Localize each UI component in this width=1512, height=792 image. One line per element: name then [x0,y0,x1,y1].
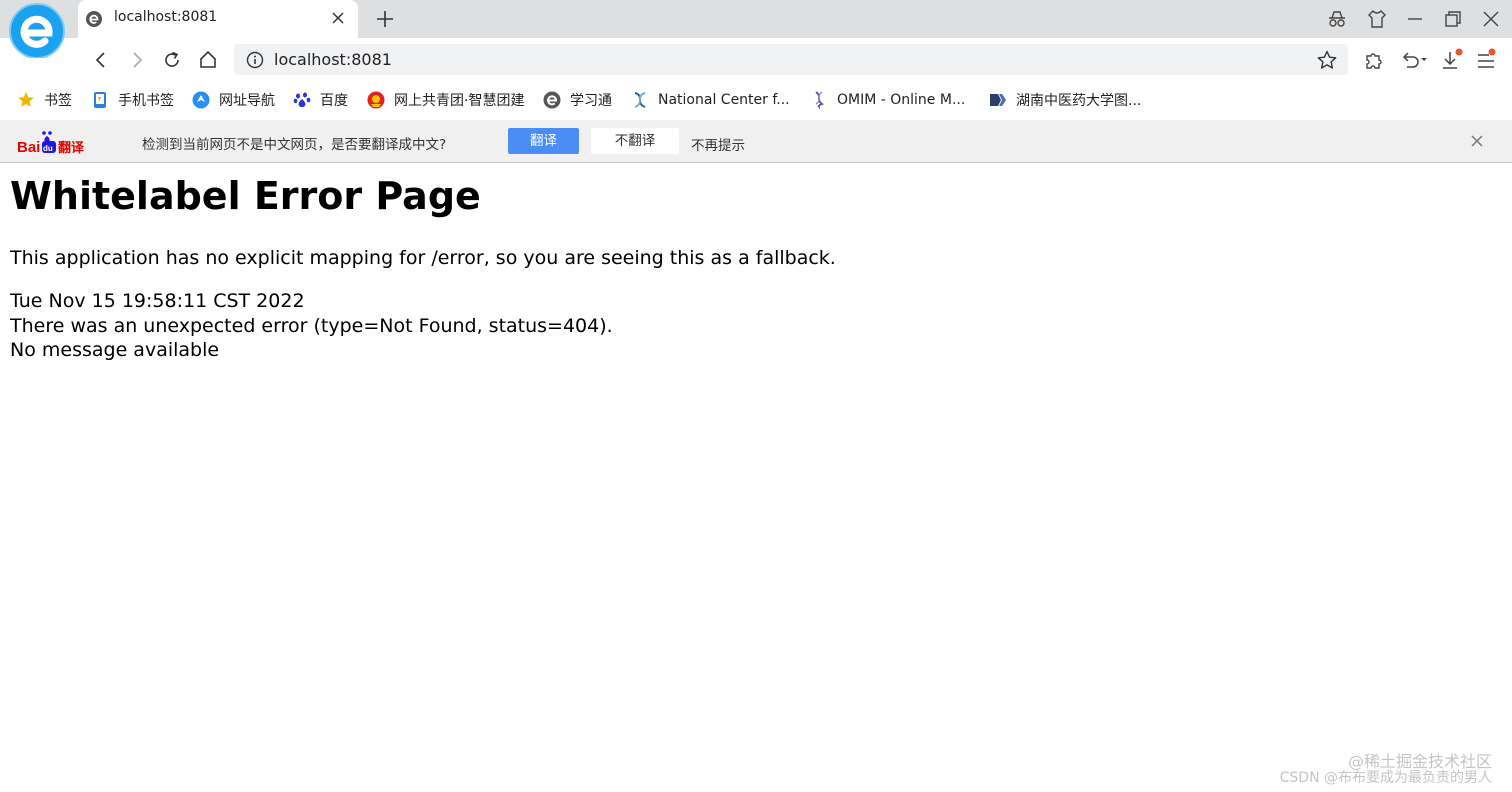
url-text[interactable]: localhost:8081 [274,50,392,69]
incognito-icon[interactable] [1326,8,1348,30]
league-emblem-icon [367,91,385,109]
bookmark-item[interactable]: OMIM - Online M... [810,90,965,110]
back-icon[interactable] [89,48,113,72]
bookmark-item[interactable]: 湖南中医药大学图... [989,90,1141,110]
bookmark-item[interactable]: 百度 [293,90,348,110]
svg-text:du: du [43,144,53,153]
bookmark-label: 百度 [320,93,348,109]
baidu-paw-icon [293,92,311,107]
navigation-icon [192,91,210,109]
baidu-translate-logo: Bai du 翻译 [17,131,85,155]
bookmark-item[interactable]: 学习通 [543,90,612,110]
star-icon [18,92,34,107]
browser-logo-icon[interactable] [8,2,66,58]
bookmark-item[interactable]: 网上共青团·智慧团建 [367,90,524,110]
bookmark-label: 学习通 [570,93,612,109]
bookmark-label: OMIM - Online M... [837,92,966,108]
bookmark-item[interactable]: 书签 [17,90,72,110]
no-translate-button[interactable]: 不翻译 [591,128,679,154]
forward-icon[interactable] [125,48,149,72]
e-circle-icon [86,11,102,27]
bookmark-label: 网上共青团·智慧团建 [394,93,525,109]
watermark-line-2: CSDN @布布要成为最负责的男人 [1279,770,1492,786]
bookmark-item[interactable]: 手机书签 [91,90,174,110]
address-bar[interactable]: localhost:8081 [234,44,1348,75]
home-icon[interactable] [196,48,220,72]
ncbi-helix-icon [634,92,646,108]
new-tab-icon[interactable] [374,8,396,30]
bookmark-label: 湖南中医药大学图... [1016,93,1142,109]
tab-close-icon[interactable] [328,8,348,28]
svg-text:翻译: 翻译 [58,140,85,155]
info-icon[interactable] [246,51,264,69]
bookmark-item[interactable]: 网址导航 [192,90,275,110]
skin-shirt-icon[interactable] [1366,8,1388,30]
close-icon[interactable] [1468,132,1486,150]
extensions-icon[interactable] [1362,48,1386,72]
translate-bar: Bai du 翻译 检测到当前网页不是中文网页，是否要翻译成中文? 翻译 不翻译… [0,120,1512,163]
bookmark-label: 手机书签 [118,93,174,109]
phone-icon [94,92,106,108]
reload-icon[interactable] [160,48,184,72]
minimize-icon[interactable] [1404,8,1426,30]
bookmark-label: National Center f... [658,92,790,108]
tab-title: localhost:8081 [114,9,218,25]
bookmark-label: 书签 [44,93,72,109]
bookmarks-bar: 书签 手机书签 网址导航 百度 网上共青团·智慧团建 学习通 National … [0,84,1512,114]
translate-message: 检测到当前网页不是中文网页，是否要翻译成中文? [142,137,447,153]
menu-icon[interactable] [1474,48,1498,72]
e-circle-icon [543,91,561,109]
page-title: Whitelabel Error Page [10,174,481,218]
dont-ask-again-link[interactable]: 不再提示 [691,134,745,154]
message-text: No message available [10,339,220,361]
timestamp-text: Tue Nov 15 19:58:11 CST 2022 [10,290,305,312]
undo-dropdown-icon[interactable] [1398,48,1430,72]
close-window-icon[interactable] [1480,8,1502,30]
dna-icon [815,91,825,109]
download-icon[interactable] [1440,48,1464,72]
library-icon [990,94,1006,106]
bookmark-star-icon[interactable] [1316,49,1338,71]
explanation-text: This application has no explicit mapping… [10,247,836,269]
svg-text:Bai: Bai [17,139,40,155]
active-tab[interactable]: localhost:8081 [78,0,358,38]
translate-button[interactable]: 翻译 [508,128,579,154]
restore-icon[interactable] [1442,8,1464,30]
bookmark-label: 网址导航 [219,93,275,109]
error-text: There was an unexpected error (type=Not … [10,315,613,337]
bookmark-item[interactable]: National Center f... [631,90,790,110]
